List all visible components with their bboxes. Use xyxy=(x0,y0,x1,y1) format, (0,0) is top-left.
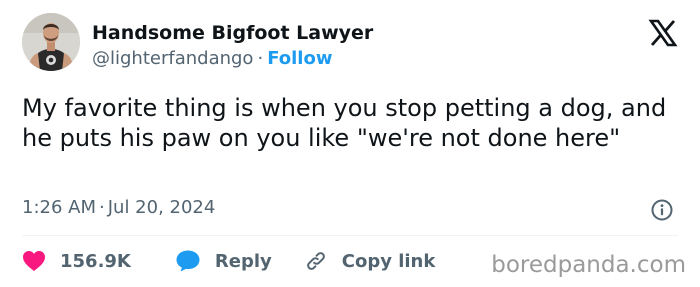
watermark: boredpanda.com xyxy=(491,252,686,278)
action-bar: 156.9K Reply Copy link xyxy=(22,248,435,274)
copy-link-label: Copy link xyxy=(341,250,436,272)
tweet-timestamp[interactable]: 1:26 AM · Jul 20, 2024 xyxy=(22,197,215,218)
handle-separator: · xyxy=(257,48,264,69)
divider xyxy=(22,235,678,236)
reply-label: Reply xyxy=(214,250,272,272)
tweet-card: Handsome Bigfoot Lawyer @lighterfandango… xyxy=(0,0,700,287)
like-count: 156.9K xyxy=(60,250,131,272)
timestamp-separator: · xyxy=(99,197,105,218)
link-icon xyxy=(304,249,328,273)
reply-button[interactable]: Reply xyxy=(175,249,272,273)
author-name[interactable]: Handsome Bigfoot Lawyer xyxy=(92,22,373,44)
x-logo-icon[interactable] xyxy=(648,18,678,48)
handle-row: @lighterfandango · Follow xyxy=(92,48,332,69)
copy-link-button[interactable]: Copy link xyxy=(304,249,436,273)
tweet-time: 1:26 AM xyxy=(22,197,96,218)
avatar[interactable] xyxy=(22,13,80,71)
heart-icon xyxy=(22,250,46,272)
tweet-date: Jul 20, 2024 xyxy=(107,197,216,218)
author-handle[interactable]: @lighterfandango xyxy=(92,48,253,69)
tweet-text: My favorite thing is when you stop petti… xyxy=(22,94,667,152)
info-icon[interactable] xyxy=(650,198,674,222)
avatar-image xyxy=(22,13,80,71)
speech-bubble-icon xyxy=(175,249,201,273)
follow-button[interactable]: Follow xyxy=(267,48,332,69)
like-button[interactable]: 156.9K xyxy=(22,250,131,272)
